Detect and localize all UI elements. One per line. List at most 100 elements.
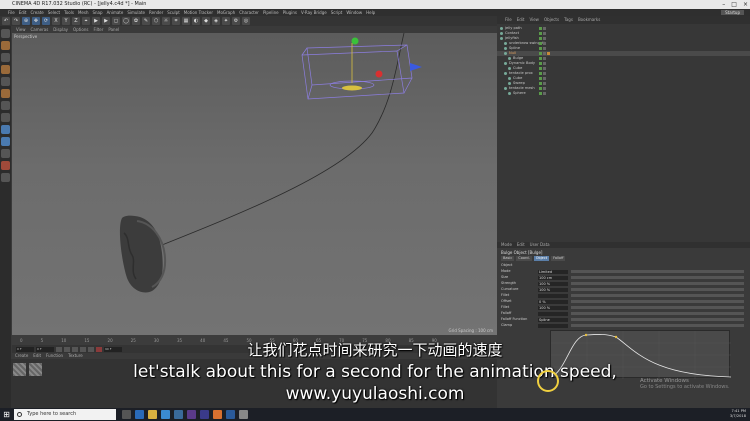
menu-item[interactable]: Motion Tracker bbox=[184, 9, 213, 16]
visibility-flag-icon[interactable] bbox=[539, 47, 542, 50]
store-icon[interactable] bbox=[161, 410, 170, 419]
visibility-flag-icon[interactable] bbox=[543, 92, 546, 95]
points-mode-icon[interactable] bbox=[1, 77, 10, 86]
workplane-icon[interactable] bbox=[1, 65, 10, 74]
toolbar-button[interactable]: ◯ bbox=[122, 17, 130, 25]
object-menu-item[interactable]: View bbox=[529, 16, 539, 24]
minimize-button[interactable]: – bbox=[722, 0, 725, 9]
visibility-flag-icon[interactable] bbox=[539, 62, 542, 65]
menu-item[interactable]: MoGraph bbox=[217, 9, 235, 16]
attribute-slider[interactable] bbox=[571, 306, 744, 309]
toolbar-button[interactable]: ✦ bbox=[222, 17, 230, 25]
toolbar-button[interactable]: ↷ bbox=[12, 17, 20, 25]
visibility-flag-icon[interactable] bbox=[543, 47, 546, 50]
toolbar-button[interactable]: ✥ bbox=[32, 17, 40, 25]
tweak-mode-icon[interactable] bbox=[1, 125, 10, 134]
visibility-flag-icon[interactable] bbox=[539, 67, 542, 70]
visibility-flag-icon[interactable] bbox=[539, 37, 542, 40]
menu-item[interactable]: Create bbox=[30, 9, 43, 16]
object-row[interactable]: Sphere bbox=[497, 91, 750, 96]
menu-item[interactable]: Sculpt bbox=[167, 9, 180, 16]
object-menu-item[interactable]: Edit bbox=[517, 16, 525, 24]
attribute-value-field[interactable]: 0 % bbox=[538, 299, 568, 304]
attributes-subtab[interactable]: Basic bbox=[501, 256, 515, 261]
toolbar-button[interactable]: ⬡ bbox=[152, 17, 160, 25]
visibility-flag-icon[interactable] bbox=[547, 52, 550, 55]
app-icon[interactable] bbox=[239, 410, 248, 419]
visibility-flag-icon[interactable] bbox=[539, 52, 542, 55]
cinema4d-icon[interactable] bbox=[174, 410, 183, 419]
attributes-subtab[interactable]: Falloff bbox=[551, 256, 566, 261]
attribute-value-field[interactable]: 100 % bbox=[538, 305, 568, 310]
toolbar-button[interactable]: ▶ bbox=[102, 17, 110, 25]
toolbar-button[interactable]: Z bbox=[72, 17, 80, 25]
menu-item[interactable]: V-Ray Bridge bbox=[301, 9, 327, 16]
visibility-flag-icon[interactable] bbox=[539, 42, 542, 45]
menu-item[interactable]: Edit bbox=[19, 9, 27, 16]
toolbar-button[interactable]: ⌖ bbox=[82, 17, 90, 25]
solo-icon[interactable] bbox=[1, 161, 10, 170]
menu-item[interactable]: Render bbox=[149, 9, 163, 16]
task-view-icon[interactable] bbox=[122, 410, 131, 419]
menu-item[interactable]: Tools bbox=[64, 9, 74, 16]
visibility-flag-icon[interactable] bbox=[539, 72, 542, 75]
menu-item[interactable]: Snap bbox=[92, 9, 102, 16]
toolbar-button[interactable]: ✎ bbox=[142, 17, 150, 25]
lock-workplane-icon[interactable] bbox=[1, 149, 10, 158]
edge-icon[interactable] bbox=[135, 410, 144, 419]
illustrator-icon[interactable] bbox=[213, 410, 222, 419]
menu-item[interactable]: Pipeline bbox=[263, 9, 279, 16]
viewport[interactable]: Perspective Grid Spacing: 100 cm bbox=[12, 33, 497, 335]
make-editable-icon[interactable] bbox=[1, 29, 10, 38]
polygons-mode-icon[interactable] bbox=[1, 101, 10, 110]
toolbar-button[interactable]: ⌗ bbox=[172, 17, 180, 25]
toolbar-button[interactable]: ⊕ bbox=[22, 17, 30, 25]
attribute-value-field[interactable]: Limited bbox=[538, 269, 568, 274]
object-menu-item[interactable]: Bookmarks bbox=[578, 16, 600, 24]
menu-item[interactable]: Character bbox=[239, 9, 259, 16]
object-menu-item[interactable]: File bbox=[505, 16, 512, 24]
toolbar-button[interactable]: Y bbox=[62, 17, 70, 25]
viewport-solo-icon[interactable] bbox=[1, 173, 10, 182]
toolbar-button[interactable]: ▶ bbox=[92, 17, 100, 25]
menu-item[interactable]: Mesh bbox=[78, 9, 89, 16]
attributes-subtab[interactable]: Object bbox=[533, 256, 550, 261]
attribute-slider[interactable] bbox=[571, 312, 744, 315]
axis-mode-icon[interactable] bbox=[1, 113, 10, 122]
attribute-slider[interactable] bbox=[571, 324, 744, 327]
attribute-slider[interactable] bbox=[571, 276, 744, 279]
windows-start-icon[interactable]: ⊞ bbox=[2, 410, 11, 419]
attribute-value-field[interactable]: 100 % bbox=[538, 281, 568, 286]
attribute-slider[interactable] bbox=[571, 294, 744, 297]
menu-item[interactable]: Help bbox=[366, 9, 375, 16]
toolbar-button[interactable]: X bbox=[52, 17, 60, 25]
menu-item[interactable]: Plugins bbox=[283, 9, 297, 16]
attribute-slider[interactable] bbox=[571, 282, 744, 285]
visibility-flag-icon[interactable] bbox=[539, 77, 542, 80]
attribute-slider[interactable] bbox=[571, 300, 744, 303]
object-menu-item[interactable]: Tags bbox=[564, 16, 573, 24]
visibility-flag-icon[interactable] bbox=[543, 62, 546, 65]
attribute-value-field[interactable] bbox=[538, 323, 568, 328]
edges-mode-icon[interactable] bbox=[1, 89, 10, 98]
visibility-flag-icon[interactable] bbox=[543, 52, 546, 55]
visibility-flag-icon[interactable] bbox=[543, 57, 546, 60]
premiere-icon[interactable] bbox=[187, 410, 196, 419]
visibility-flag-icon[interactable] bbox=[543, 42, 546, 45]
attribute-value-field[interactable]: 100 % bbox=[538, 287, 568, 292]
toolbar-button[interactable]: ▦ bbox=[182, 17, 190, 25]
visibility-flag-icon[interactable] bbox=[543, 37, 546, 40]
menu-item[interactable]: Script bbox=[331, 9, 343, 16]
object-manager[interactable]: jelly path Contact jellyfish underbrow swin… bbox=[497, 24, 750, 242]
toolbar-button[interactable]: ◻ bbox=[112, 17, 120, 25]
visibility-flag-icon[interactable] bbox=[543, 77, 546, 80]
attribute-value-field[interactable]: 100 cm bbox=[538, 275, 568, 280]
visibility-flag-icon[interactable] bbox=[539, 87, 542, 90]
after-effects-icon[interactable] bbox=[200, 410, 209, 419]
model-mode-icon[interactable] bbox=[1, 41, 10, 50]
attribute-slider[interactable] bbox=[571, 288, 744, 291]
toolbar-button[interactable]: ↶ bbox=[2, 17, 10, 25]
taskbar-search-input[interactable]: Type here to search bbox=[14, 409, 116, 420]
visibility-flag-icon[interactable] bbox=[539, 27, 542, 30]
visibility-flag-icon[interactable] bbox=[543, 32, 546, 35]
